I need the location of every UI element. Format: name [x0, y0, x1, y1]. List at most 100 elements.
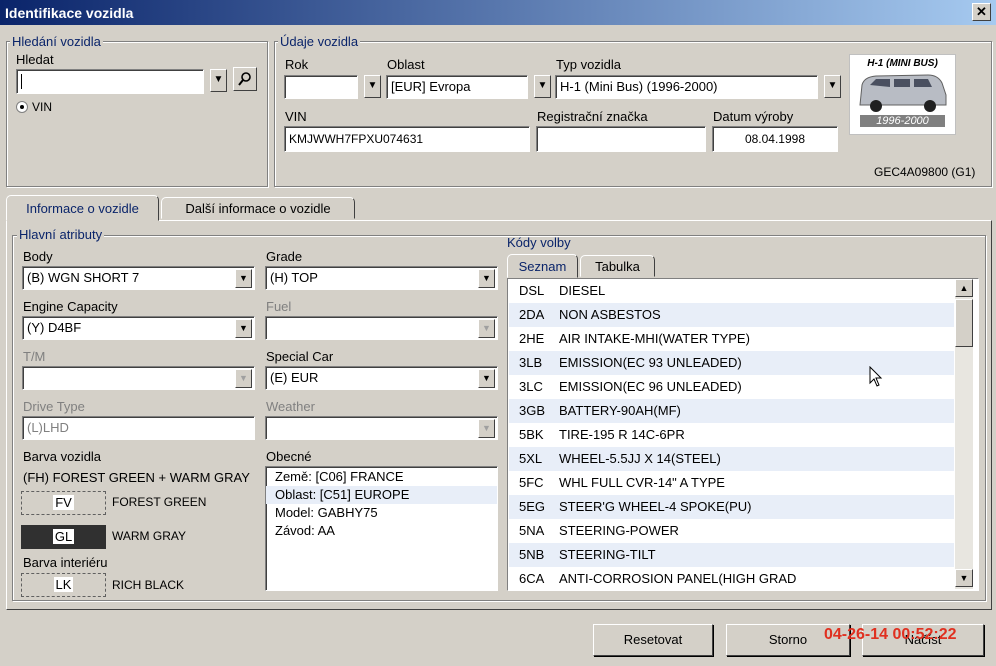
option-code: 5FC — [519, 475, 544, 490]
tab-seznam[interactable]: Seznam — [507, 254, 578, 278]
datum-field[interactable]: 08.04.1998 — [712, 126, 838, 152]
option-desc: TIRE-195 R 14C-6PR — [559, 427, 685, 442]
tab-informace[interactable]: Informace o vozidle — [6, 195, 159, 221]
tab-dalsi-informace-label: Další informace o vozidle — [185, 201, 331, 216]
general-list[interactable]: Země: [C06] FRANCE Oblast: [C51] EUROPE … — [265, 466, 498, 591]
option-code: 3LC — [519, 379, 543, 394]
options-scrollbar[interactable]: ▲ ▼ — [955, 279, 973, 589]
weather-label: Weather — [266, 399, 315, 414]
typ-field[interactable]: H-1 (Mini Bus) (1996-2000) — [555, 75, 818, 99]
scroll-down-button[interactable]: ▼ — [955, 569, 973, 587]
engine-select[interactable]: (Y) D4BF ▼ — [22, 316, 255, 340]
option-row[interactable]: 3LC EMISSION(EC 96 UNLEADED) — [509, 375, 954, 399]
van-icon — [859, 74, 947, 112]
option-row[interactable]: 2DA NON ASBESTOS — [509, 303, 954, 327]
datum-label: Datum výroby — [713, 109, 794, 124]
vin-radio[interactable] — [16, 101, 28, 113]
chevron-down-icon: ▼ — [478, 419, 495, 438]
search-input[interactable] — [16, 69, 204, 94]
option-desc: NON ASBESTOS — [559, 307, 661, 322]
special-select[interactable]: (E) EUR ▼ — [265, 366, 498, 390]
close-button[interactable]: ✕ — [972, 3, 991, 21]
engine-label: Engine Capacity — [23, 299, 118, 314]
option-desc: WHEEL-5.5JJ X 14(STEEL) — [559, 451, 721, 466]
weather-select: ▼ — [265, 416, 498, 440]
typ-dropdown-button[interactable]: ▼ — [824, 75, 841, 98]
reset-button[interactable]: Resetovat — [593, 624, 713, 656]
typ-label: Typ vozidla — [556, 57, 622, 72]
body-select[interactable]: (B) WGN SHORT 7 ▼ — [22, 266, 255, 290]
interior-label: Barva interiéru — [23, 555, 108, 570]
options-list[interactable]: DSL DIESEL 2DA NON ASBESTOS 2HE AIR INTAKE-MH… — [507, 278, 979, 591]
drive-label: Drive Type — [23, 399, 85, 414]
chevron-down-icon: ▼ — [537, 80, 548, 91]
option-row[interactable]: 5BK TIRE-195 R 14C-6PR — [509, 423, 954, 447]
option-code: 5XL — [519, 451, 543, 466]
options-title: Kódy volby — [507, 235, 571, 250]
tab-tabulka[interactable]: Tabulka — [580, 255, 655, 277]
tm-select: ▼ — [22, 366, 255, 390]
scroll-up-button[interactable]: ▲ — [955, 279, 973, 297]
search-label: Hledat — [16, 52, 54, 67]
tab-informace-label: Informace o vozidle — [26, 201, 139, 216]
option-row[interactable]: 5NB STEERING-TILT — [509, 543, 954, 567]
grade-select[interactable]: (H) TOP ▼ — [265, 266, 498, 290]
option-desc: WHL FULL CVR-14" A TYPE — [559, 475, 725, 490]
option-desc: STEERING-POWER — [559, 523, 679, 538]
cancel-button-label: Storno — [768, 632, 808, 647]
swatch-forest-green-label: FOREST GREEN — [112, 495, 207, 509]
option-row[interactable]: 2HE AIR INTAKE-MHI(WATER TYPE) — [509, 327, 954, 351]
general-label: Obecné — [266, 449, 312, 464]
reg-field[interactable] — [536, 126, 706, 152]
option-desc: ANTI-CORROSION PANEL(HIGH GRAD — [559, 571, 797, 586]
fuel-select: ▼ — [265, 316, 498, 340]
vehicle-image-title: H-1 (MINI BUS) — [867, 58, 938, 69]
chevron-down-icon: ▼ — [827, 80, 838, 91]
oblast-field[interactable]: [EUR] Evropa — [386, 75, 528, 99]
chevron-down-icon: ▼ — [235, 319, 252, 338]
tm-label: T/M — [23, 349, 46, 364]
general-line: Oblast: [C51] EUROPE — [266, 486, 497, 504]
swatch-warm-gray: GL — [21, 525, 106, 549]
option-code: 5EG — [519, 499, 546, 514]
oblast-dropdown-button[interactable]: ▼ — [534, 75, 551, 98]
option-desc: STEERING-TILT — [559, 547, 656, 562]
rok-dropdown-button[interactable]: ▼ — [364, 75, 381, 98]
option-row[interactable]: DSL DIESEL — [509, 279, 954, 303]
option-code: 2HE — [519, 331, 545, 346]
chevron-down-icon: ▼ — [478, 369, 495, 388]
scroll-thumb[interactable] — [955, 299, 973, 347]
chevron-up-icon: ▲ — [959, 283, 969, 293]
option-desc: DIESEL — [559, 283, 606, 298]
chevron-down-icon: ▼ — [213, 74, 224, 85]
tab-seznam-label: Seznam — [518, 259, 567, 274]
option-row[interactable]: 5EG STEER'G WHEEL-4 SPOKE(PU) — [509, 495, 954, 519]
rok-field[interactable] — [284, 75, 358, 99]
swatch-rich-black: LK — [21, 573, 106, 597]
window-titlebar: Identifikace vozidla — [0, 0, 996, 25]
mouse-cursor-icon — [869, 366, 883, 387]
option-row[interactable]: 5XL WHEEL-5.5JJ X 14(STEEL) — [509, 447, 954, 471]
option-code: 3LB — [519, 355, 543, 370]
option-code: 5BK — [519, 427, 544, 442]
swatch-rich-black-label: RICH BLACK — [112, 578, 185, 592]
tab-dalsi-informace[interactable]: Další informace o vozidle — [161, 197, 355, 219]
general-line: Model: GABHY75 — [275, 505, 378, 520]
vehicle-code: GEC4A09800 (G1) — [874, 165, 976, 179]
option-row[interactable]: 5NA STEERING-POWER — [509, 519, 954, 543]
general-line: Země: [C06] FRANCE — [275, 469, 404, 484]
option-code: 3GB — [519, 403, 546, 418]
option-row[interactable]: 6CA ANTI-CORROSION PANEL(HIGH GRAD — [509, 567, 954, 589]
window-title: Identifikace vozidla — [5, 5, 134, 21]
body-label: Body — [23, 249, 53, 264]
search-dropdown-button[interactable]: ▼ — [210, 69, 227, 92]
radio-dot-icon — [20, 105, 24, 109]
option-row[interactable]: 3LB EMISSION(EC 93 UNLEADED) — [509, 351, 954, 375]
special-label: Special Car — [266, 349, 334, 364]
option-row[interactable]: 3GB BATTERY-90AH(MF) — [509, 399, 954, 423]
option-desc: STEER'G WHEEL-4 SPOKE(PU) — [559, 499, 752, 514]
vin-field[interactable]: KMJWWH7FPXU074631 — [284, 126, 530, 152]
close-icon: ✕ — [976, 4, 987, 19]
search-button[interactable] — [233, 67, 257, 91]
option-row[interactable]: 5FC WHL FULL CVR-14" A TYPE — [509, 471, 954, 495]
